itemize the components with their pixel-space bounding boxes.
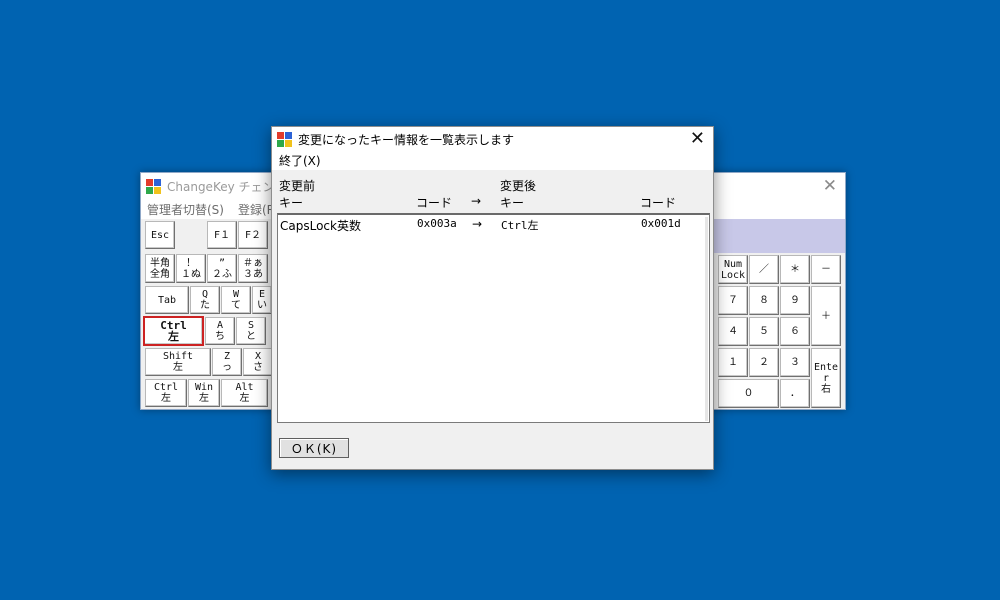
key-w[interactable]: Wて [221, 286, 251, 314]
key-num-dot[interactable]: ． [780, 379, 810, 408]
key-num-7[interactable]: ７ [718, 286, 748, 315]
key-q[interactable]: Qた [190, 286, 220, 314]
key-hankaku[interactable]: 半角 全角 [145, 254, 175, 283]
key-1[interactable]: ！ １ぬ [176, 254, 206, 283]
key-num-3[interactable]: ３ [780, 348, 810, 377]
to-key: Ctrl左 [501, 219, 539, 232]
dialog-menubar: 終了(X) [272, 151, 713, 171]
key-num-4[interactable]: ４ [718, 317, 748, 346]
header-before: 変更前 [279, 179, 316, 193]
key-tab[interactable]: Tab [145, 286, 189, 314]
key-f2[interactable]: F２ [238, 221, 268, 249]
key-2[interactable]: ” ２ふ [207, 254, 237, 283]
key-num-plus[interactable]: ＋ [811, 286, 841, 346]
key-f1[interactable]: F１ [207, 221, 237, 249]
key-ctrl-left-bottom[interactable]: Ctrl 左 [145, 379, 187, 407]
key-z[interactable]: Zっ [212, 348, 242, 376]
key-num-enter[interactable]: Ente r 右 [811, 348, 841, 408]
key-numlock[interactable]: Num Lock [718, 255, 748, 284]
to-code: 0x001d [641, 217, 681, 230]
key-a[interactable]: Aち [205, 317, 235, 345]
key-x[interactable]: Xさ [243, 348, 273, 376]
menu-exit[interactable]: 終了(X) [279, 152, 321, 169]
key-win-left[interactable]: Win 左 [188, 379, 220, 407]
main-close-icon[interactable]: ✕ [823, 176, 837, 196]
dialog-titlebar: 変更になったキー情報を一覧表示します ✕ [272, 127, 713, 151]
row-arrow: → [472, 217, 483, 231]
list-item[interactable]: CapsLock英数 0x003a → Ctrl左 0x001d [278, 215, 709, 233]
changekey-app-icon [146, 178, 161, 194]
key-s[interactable]: Sと [236, 317, 266, 345]
changekey-app-icon [277, 131, 292, 147]
key-num-6[interactable]: ６ [780, 317, 810, 346]
header-code-after: コード [640, 196, 677, 210]
key-esc[interactable]: Esc [145, 221, 175, 249]
key-ctrl-left-selected[interactable]: Ctrl 左 [143, 316, 204, 346]
keyboard-panel-header [711, 219, 845, 253]
header-code-before: コード [416, 196, 453, 210]
header-arrow: → [471, 194, 482, 208]
key-num-slash[interactable]: ／ [749, 255, 779, 284]
key-e[interactable]: Eい [252, 286, 272, 314]
list-scroll-edge [705, 217, 708, 421]
key-num-star[interactable]: ＊ [780, 255, 810, 284]
changed-keys-dialog: 変更になったキー情報を一覧表示します ✕ 終了(X) 変更前 変更後 キー コー… [271, 126, 714, 470]
ok-button[interactable]: ＯＫ(K) [279, 438, 349, 458]
key-num-2[interactable]: ２ [749, 348, 779, 377]
header-after: 変更後 [500, 179, 537, 193]
key-num-8[interactable]: ８ [749, 286, 779, 315]
header-key-before: キー [279, 196, 304, 210]
key-shift-left[interactable]: Shift 左 [145, 348, 211, 376]
key-num-1[interactable]: １ [718, 348, 748, 377]
dialog-close-icon[interactable]: ✕ [690, 128, 705, 149]
header-key-after: キー [500, 196, 525, 210]
menu-admin-switch[interactable]: 管理者切替(S) [147, 201, 224, 218]
key-3[interactable]: ＃ぁ ３あ [238, 254, 268, 283]
menu-register[interactable]: 登録(R [238, 201, 275, 218]
dialog-title: 変更になったキー情報を一覧表示します [298, 132, 515, 147]
key-num-9[interactable]: ９ [780, 286, 810, 315]
from-key: CapsLock英数 [280, 219, 361, 233]
changed-keys-list[interactable]: CapsLock英数 0x003a → Ctrl左 0x001d [277, 213, 710, 423]
key-num-minus[interactable]: － [811, 255, 841, 284]
key-num-0[interactable]: ０ [718, 379, 779, 408]
key-alt-left[interactable]: Alt 左 [221, 379, 268, 407]
from-code: 0x003a [417, 217, 457, 230]
key-num-5[interactable]: ５ [749, 317, 779, 346]
